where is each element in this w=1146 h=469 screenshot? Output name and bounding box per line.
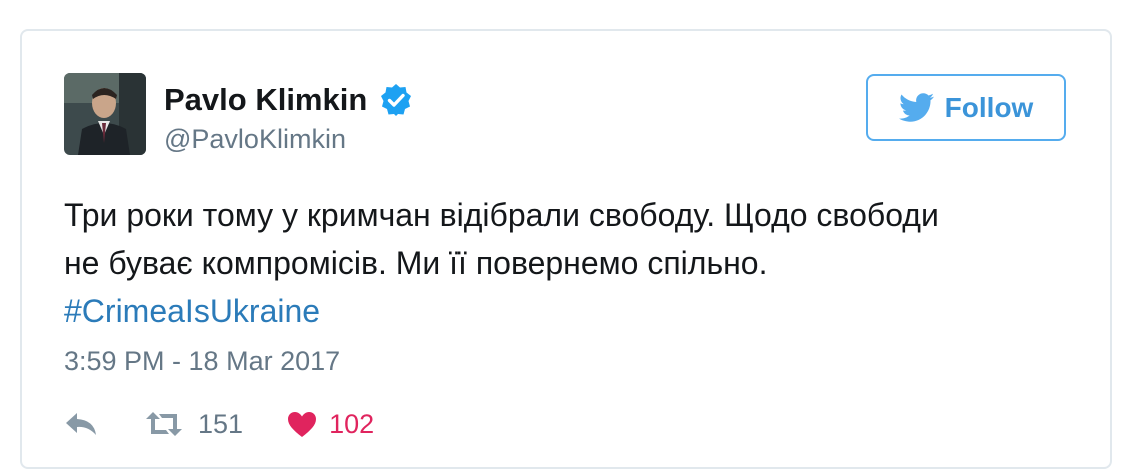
avatar-image [64,73,146,155]
avatar[interactable] [64,73,146,155]
follow-button[interactable]: Follow [866,74,1066,141]
retweet-icon [146,412,182,436]
like-button[interactable]: 102 [287,409,374,440]
hashtag-link[interactable]: #CrimeaIsUkraine [64,293,320,329]
retweet-count: 151 [198,408,244,439]
heart-icon [288,411,317,437]
follow-button-label: Follow [944,91,1034,123]
reply-icon [66,413,96,435]
twitter-bird-icon [898,92,934,122]
tweet-text: Три роки тому у кримчан відібрали свобод… [64,191,1064,335]
author-name-row[interactable]: Pavlo Klimkin [164,80,413,120]
reply-button[interactable] [64,411,104,437]
like-count: 102 [329,408,375,439]
retweet-button[interactable]: 151 [144,409,243,440]
author-handle[interactable]: @PavloKlimkin [164,122,346,156]
verified-badge-icon [381,84,412,116]
tweet-text-line-1: Три роки тому у кримчан відібрали свобод… [64,197,939,233]
tweet-text-line-2: не буває компромісів. Ми її повернемо сп… [64,245,768,281]
author-name[interactable]: Pavlo Klimkin [164,80,367,120]
tweet-actions: 151 102 [64,404,374,444]
tweet-timestamp[interactable]: 3:59 PM - 18 Mar 2017 [64,343,340,379]
